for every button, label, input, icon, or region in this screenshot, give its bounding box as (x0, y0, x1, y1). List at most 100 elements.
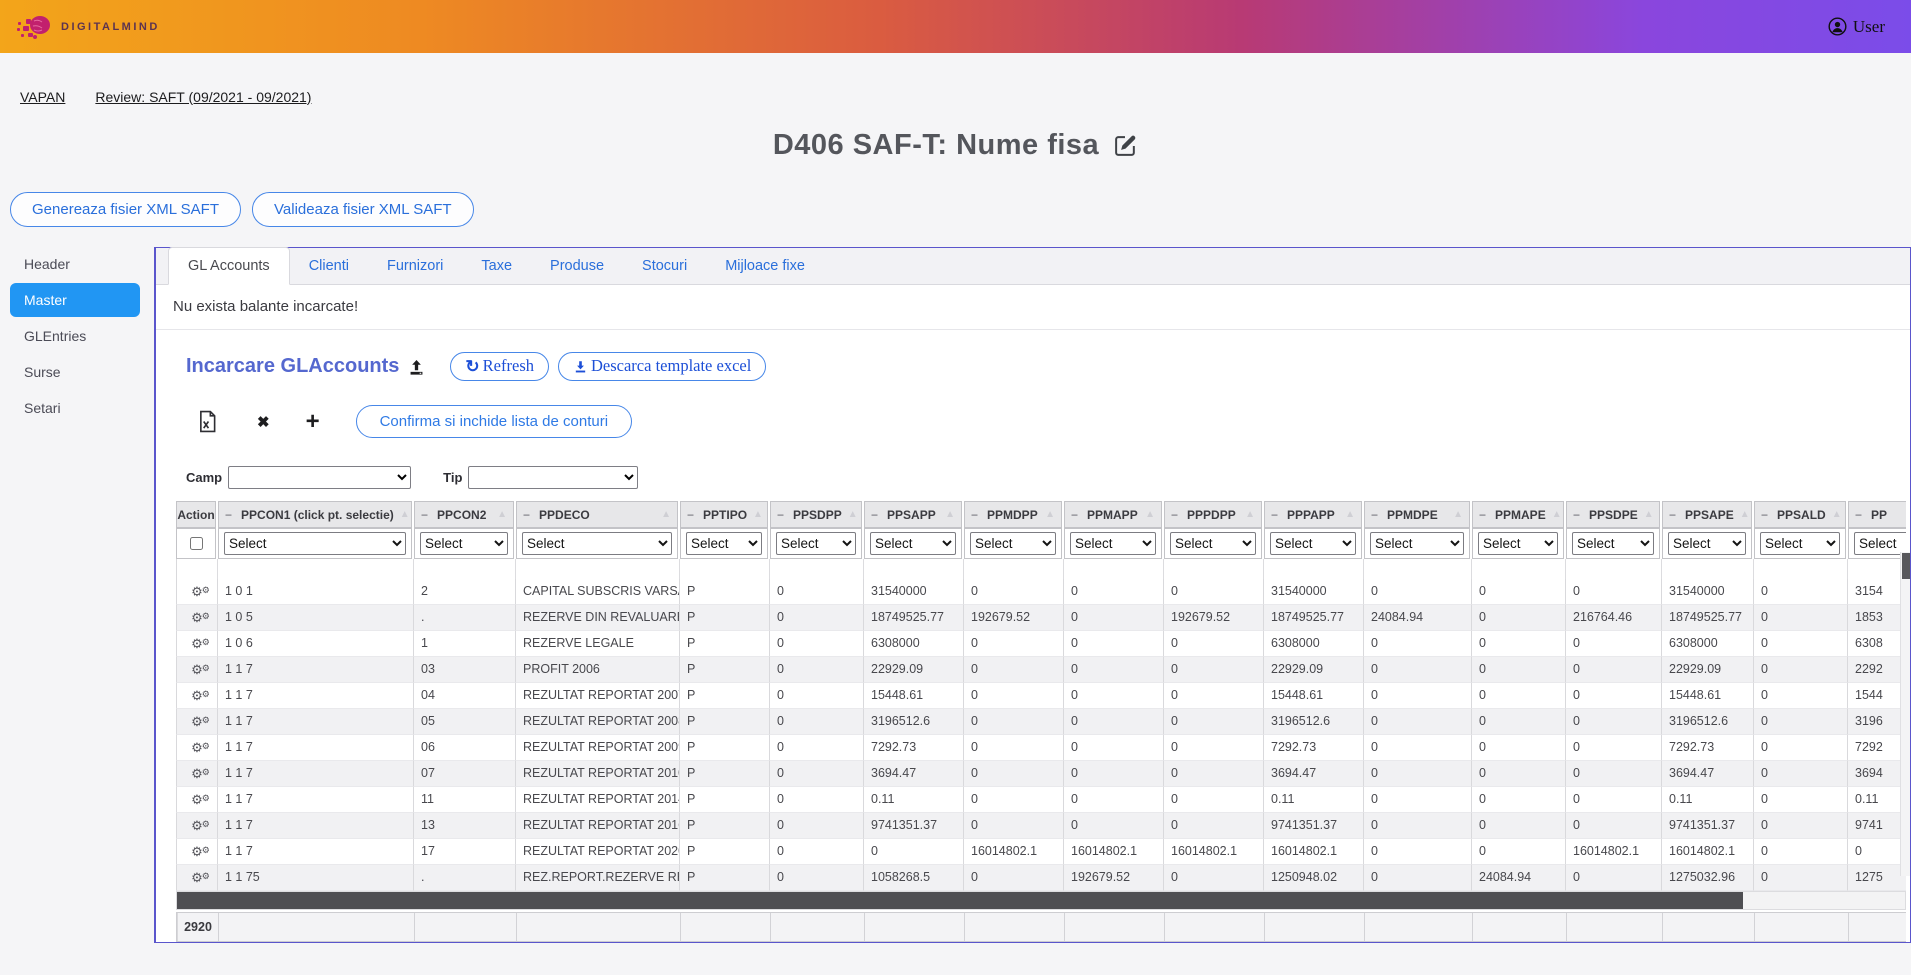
column-minus-icon[interactable]: − (1669, 508, 1676, 522)
table-row[interactable]: ⚙⚙1 1 704REZULTAT REPORTAT 2007P015448.6… (176, 683, 1906, 709)
table-row[interactable]: ⚙⚙1 1 713REZULTAT REPORTAT 2016P09741351… (176, 813, 1906, 839)
table-row[interactable]: ⚙⚙1 0 12CAPITAL SUBSCRIS VARSATP03154000… (176, 579, 1906, 605)
clear-grid-icon[interactable]: ✖ (257, 413, 270, 431)
column-header-ppmdpe[interactable]: −PPMDPE▲ (1364, 501, 1470, 528)
tab-mijloace-fixe[interactable]: Mijloace fixe (706, 248, 824, 284)
sort-asc-icon[interactable]: ▲ (1638, 509, 1654, 520)
column-filter-select-pp_last[interactable]: Select (1854, 532, 1906, 555)
column-filter-select-ppdeco[interactable]: Select (522, 532, 672, 555)
sort-asc-icon[interactable]: ▲ (842, 509, 858, 520)
row-actions-gears-icon[interactable]: ⚙⚙ (191, 787, 203, 812)
sort-asc-icon[interactable]: ▲ (655, 509, 671, 520)
column-header-pppdpp[interactable]: −PPPDPP▲ (1164, 501, 1262, 528)
column-filter-select-ppmdpe[interactable]: Select (1370, 532, 1464, 555)
column-filter-select-ppsdpp[interactable]: Select (776, 532, 856, 555)
column-minus-icon[interactable]: − (1855, 508, 1862, 522)
breadcrumb-link-review[interactable]: Review: SAFT (09/2021 - 09/2021) (95, 89, 311, 105)
select-all-checkbox[interactable] (190, 537, 203, 550)
column-filter-select-pptipo[interactable]: Select (686, 532, 762, 555)
tip-select[interactable] (468, 466, 638, 489)
sidebar-item-surse[interactable]: Surse (10, 355, 140, 389)
column-header-ppsdpp[interactable]: −PPSDPP▲ (770, 501, 862, 528)
add-row-icon[interactable]: + (306, 410, 320, 434)
download-template-button[interactable]: Descarca template excel (558, 352, 766, 381)
sidebar-item-glentries[interactable]: GLEntries (10, 319, 140, 353)
excel-file-icon[interactable] (198, 410, 217, 433)
breadcrumb-link-vapan[interactable]: VAPAN (20, 89, 65, 105)
row-actions-gears-icon[interactable]: ⚙⚙ (191, 735, 203, 760)
column-header-ppcon2[interactable]: −PPCON2▲ (414, 501, 514, 528)
column-minus-icon[interactable]: − (1271, 508, 1278, 522)
table-row[interactable]: ⚙⚙1 0 61REZERVE LEGALEP06308000000630800… (176, 631, 1906, 657)
column-minus-icon[interactable]: − (523, 508, 530, 522)
column-filter-select-ppmape[interactable]: Select (1478, 532, 1558, 555)
column-filter-select-ppsapp[interactable]: Select (870, 532, 956, 555)
table-row[interactable]: ⚙⚙1 1 711REZULTAT REPORTAT 2014P00.11000… (176, 787, 1906, 813)
column-minus-icon[interactable]: − (225, 508, 232, 522)
column-minus-icon[interactable]: − (687, 508, 694, 522)
column-header-ppmape[interactable]: −PPMAPE▲ (1472, 501, 1564, 528)
table-row[interactable]: ⚙⚙1 1 75.REZ.REPORT.REZERVE REEVALP01058… (176, 865, 1906, 891)
upload-icon[interactable] (407, 358, 426, 377)
column-filter-select-pppdpp[interactable]: Select (1170, 532, 1256, 555)
sort-asc-icon[interactable]: ▲ (1546, 509, 1562, 520)
sort-asc-icon[interactable]: ▲ (1139, 509, 1155, 520)
table-row[interactable]: ⚙⚙1 1 717REZULTAT REPORTAT 2020P00160148… (176, 839, 1906, 865)
tab-taxe[interactable]: Taxe (462, 248, 531, 284)
sidebar-item-setari[interactable]: Setari (10, 391, 140, 425)
sidebar-item-header[interactable]: Header (10, 247, 140, 281)
camp-select[interactable] (228, 466, 411, 489)
column-filter-select-ppsdpe[interactable]: Select (1572, 532, 1654, 555)
sort-asc-icon[interactable]: ▲ (747, 509, 763, 520)
column-header-ppsape[interactable]: −PPSAPE▲ (1662, 501, 1752, 528)
validate-xml-button[interactable]: Valideaza fisier XML SAFT (252, 192, 474, 227)
column-header-ppsdpe[interactable]: −PPSDPE▲ (1566, 501, 1660, 528)
column-header-pptipo[interactable]: −PPTIPO▲ (680, 501, 768, 528)
sort-asc-icon[interactable]: ▲ (491, 509, 507, 520)
column-minus-icon[interactable]: − (1171, 508, 1178, 522)
tab-clienti[interactable]: Clienti (290, 248, 368, 284)
column-minus-icon[interactable]: − (1071, 508, 1078, 522)
column-minus-icon[interactable]: − (871, 508, 878, 522)
user-menu[interactable]: User (1828, 17, 1911, 37)
sort-asc-icon[interactable]: ▲ (1734, 509, 1750, 520)
row-actions-gears-icon[interactable]: ⚙⚙ (191, 709, 203, 734)
column-header-ppsapp[interactable]: −PPSAPP▲ (864, 501, 962, 528)
horizontal-scrollbar[interactable] (176, 891, 1906, 910)
row-actions-gears-icon[interactable]: ⚙⚙ (191, 761, 203, 786)
sort-asc-icon[interactable]: ▲ (394, 509, 410, 520)
column-minus-icon[interactable]: − (1761, 508, 1768, 522)
tab-gl-accounts[interactable]: GL Accounts (168, 247, 290, 285)
column-header-action[interactable]: Action (176, 501, 216, 528)
table-row[interactable]: ⚙⚙1 1 705REZULTAT REPORTAT 2008P03196512… (176, 709, 1906, 735)
column-minus-icon[interactable]: − (1371, 508, 1378, 522)
tab-stocuri[interactable]: Stocuri (623, 248, 706, 284)
sort-asc-icon[interactable]: ▲ (939, 509, 955, 520)
column-minus-icon[interactable]: − (971, 508, 978, 522)
sort-asc-icon[interactable]: ▲ (1339, 509, 1355, 520)
column-minus-icon[interactable]: − (421, 508, 428, 522)
table-row[interactable]: ⚙⚙1 0 5.REZERVE DIN REVALUAREP018749525.… (176, 605, 1906, 631)
column-filter-select-pppapp[interactable]: Select (1270, 532, 1356, 555)
row-actions-gears-icon[interactable]: ⚙⚙ (191, 839, 203, 864)
sort-asc-icon[interactable]: ▲ (1239, 509, 1255, 520)
confirm-close-accounts-button[interactable]: Confirma si inchide lista de conturi (356, 405, 632, 438)
row-actions-gears-icon[interactable]: ⚙⚙ (191, 657, 203, 682)
row-actions-gears-icon[interactable]: ⚙⚙ (191, 579, 203, 604)
column-header-pppapp[interactable]: −PPPAPP▲ (1264, 501, 1362, 528)
vertical-scrollbar-thumb[interactable] (1902, 553, 1910, 579)
sidebar-item-master[interactable]: Master (10, 283, 140, 317)
table-row[interactable]: ⚙⚙1 1 707REZULTAT REPORTAT 2010P03694.47… (176, 761, 1906, 787)
column-header-ppsald[interactable]: −PPSALD▲ (1754, 501, 1846, 528)
table-row[interactable]: ⚙⚙1 1 706REZULTAT REPORTAT 2009P07292.73… (176, 735, 1906, 761)
row-actions-gears-icon[interactable]: ⚙⚙ (191, 865, 203, 890)
row-actions-gears-icon[interactable]: ⚙⚙ (191, 813, 203, 838)
vertical-scrollbar[interactable] (1900, 552, 1910, 876)
refresh-button[interactable]: ↻ Refresh (450, 352, 549, 381)
column-minus-icon[interactable]: − (1573, 508, 1580, 522)
row-actions-gears-icon[interactable]: ⚙⚙ (191, 605, 203, 630)
column-header-ppmapp[interactable]: −PPMAPP▲ (1064, 501, 1162, 528)
generate-xml-button[interactable]: Genereaza fisier XML SAFT (10, 192, 241, 227)
column-minus-icon[interactable]: − (777, 508, 784, 522)
column-header-pp_last[interactable]: −PP▲ (1848, 501, 1906, 528)
